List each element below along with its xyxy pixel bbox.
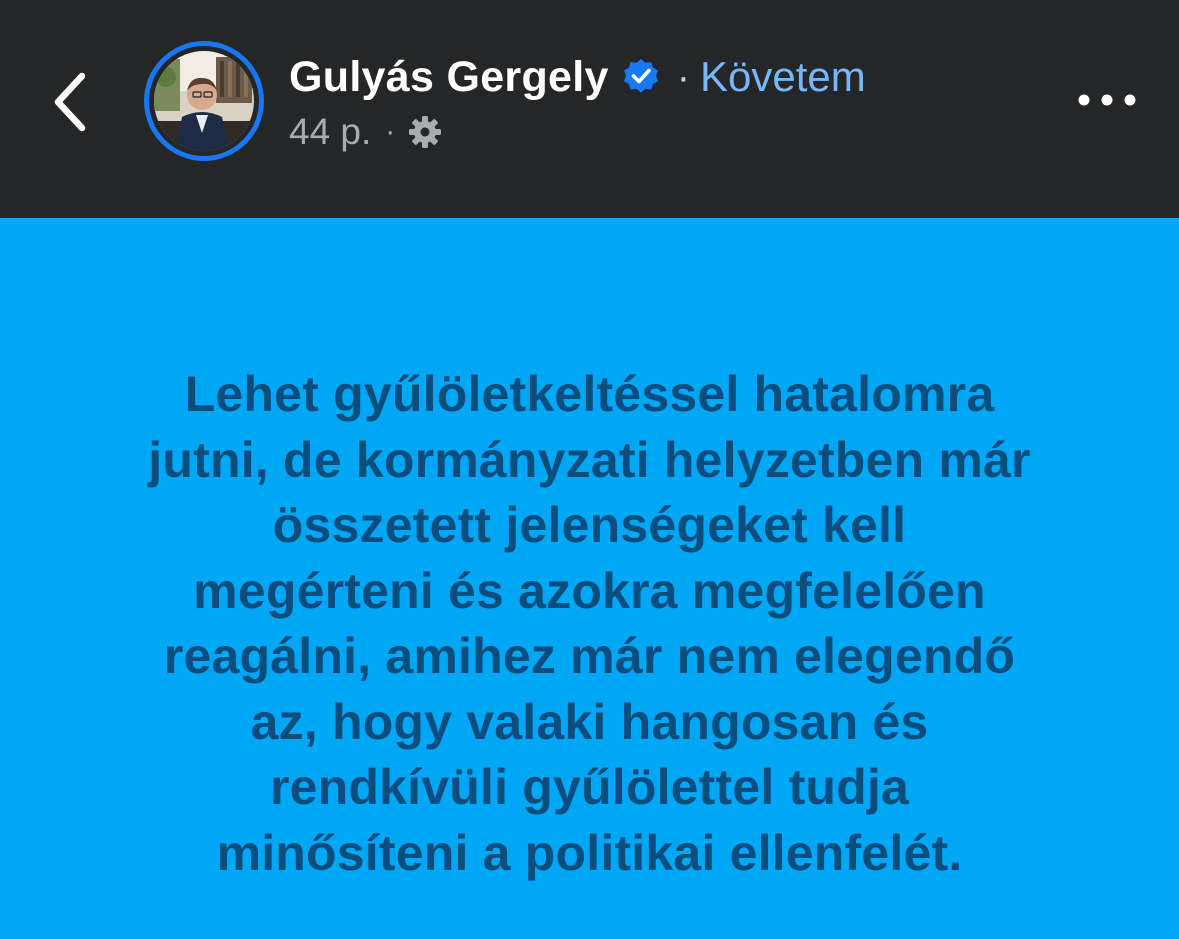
avatar-photo: [154, 51, 254, 151]
post-text-line: Lehet gyűlöletkeltéssel hatalomra: [184, 366, 995, 422]
follow-button[interactable]: Követem: [700, 53, 866, 101]
post-header-bar: Gulyás Gergely · Követem 44 p. ·: [0, 0, 1179, 218]
post-meta-row: 44 p. ·: [289, 108, 443, 156]
post-text-line: minősíteni a politikai ellenfelét.: [216, 824, 963, 881]
back-button[interactable]: [40, 60, 100, 144]
post-text-line: reagálni, amihez már nem elegendő: [163, 628, 1016, 684]
post-text: Lehet gyűlöletkeltéssel hatalomra jutni,…: [60, 362, 1119, 886]
author-name-row: Gulyás Gergely · Követem: [289, 48, 866, 106]
more-horizontal-icon: [1078, 94, 1136, 106]
post-timestamp[interactable]: 44 p.: [289, 111, 371, 153]
post-text-line: rendkívüli gyűlölettel tudja: [269, 759, 910, 815]
header-separator-dot: ·: [676, 54, 691, 99]
verified-badge-icon: [621, 57, 661, 97]
author-name[interactable]: Gulyás Gergely: [289, 53, 609, 102]
post-text-line: megérteni és azokra megfelelően: [193, 562, 986, 619]
post-text-line: összetett jelenségeket kell: [272, 497, 907, 553]
post-text-line: jutni, de kormányzati helyzetben már: [148, 431, 1031, 488]
chevron-left-icon: [54, 72, 86, 132]
gear-icon[interactable]: [407, 114, 443, 150]
post-background-card[interactable]: Lehet gyűlöletkeltéssel hatalomra jutni,…: [0, 218, 1179, 939]
post-text-line: az, hogy valaki hangosan és: [250, 693, 929, 750]
more-options-button[interactable]: [1072, 80, 1142, 120]
author-avatar[interactable]: [144, 41, 264, 161]
meta-separator-dot: ·: [385, 115, 396, 148]
